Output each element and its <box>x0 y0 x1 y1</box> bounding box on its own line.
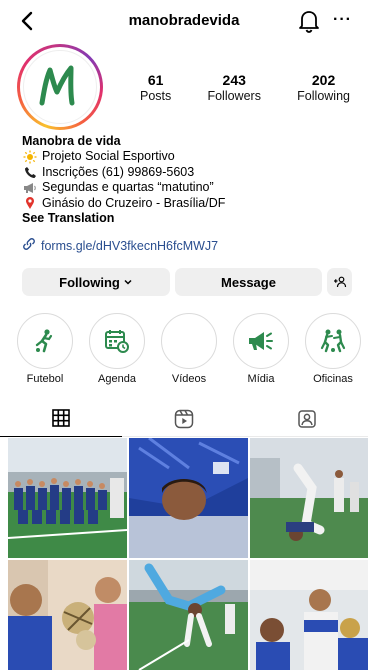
posts-stat[interactable]: 61 Posts <box>140 72 171 104</box>
reels-icon <box>174 409 194 429</box>
post-thumbnail[interactable] <box>250 560 368 670</box>
see-translation-link[interactable]: See Translation <box>22 211 352 226</box>
following-label: Following <box>297 89 350 103</box>
following-button-label: Following <box>59 274 120 290</box>
bio-line-location: Ginásio do Cruzeiro - Brasília/DF <box>42 195 226 210</box>
profile-tabs <box>0 405 368 437</box>
highlight-agenda[interactable]: Agenda <box>82 313 152 386</box>
two-players-icon <box>320 329 346 353</box>
bio-link-text: forms.gle/dHV3fkecnH6fcMWJ7 <box>41 238 219 253</box>
highlight-oficinas[interactable]: Oficinas <box>298 313 368 386</box>
post-image <box>8 560 127 670</box>
link-icon <box>22 237 36 254</box>
soccer-player-icon <box>35 329 53 353</box>
message-button[interactable]: Message <box>175 268 322 296</box>
tagged-person-icon <box>298 410 316 428</box>
tab-reels[interactable] <box>123 405 245 437</box>
profile-actions: Following Message <box>22 268 352 296</box>
location-pin-icon <box>22 196 38 210</box>
followers-count: 243 <box>222 72 246 88</box>
bio-line-project: Projeto Social Esportivo <box>42 149 175 164</box>
bio-line-phone: Inscrições (61) 99869-5603 <box>42 164 195 179</box>
highlight-futebol[interactable]: Futebol <box>10 313 80 386</box>
bio-line-schedule: Segundas e quartas “matutino” <box>42 180 214 195</box>
avatar <box>23 50 97 124</box>
sun-icon <box>22 150 38 164</box>
followers-stat[interactable]: 243 Followers <box>207 72 261 104</box>
tab-tagged[interactable] <box>246 405 368 437</box>
bell-icon <box>299 11 319 33</box>
bio-link[interactable]: forms.gle/dHV3fkecnH6fcMWJ7 <box>22 237 218 254</box>
manobra-logo-icon <box>39 65 75 106</box>
highlight-label: Agenda <box>98 373 136 385</box>
posts-grid <box>8 438 368 670</box>
post-image <box>129 560 248 670</box>
more-options-button[interactable]: ··· <box>333 12 352 28</box>
chevron-down-icon <box>124 279 132 285</box>
add-user-button[interactable] <box>327 268 352 296</box>
profile-name: Manobra de vida <box>22 134 121 148</box>
post-thumbnail[interactable] <box>129 438 248 558</box>
following-stat[interactable]: 202 Following <box>297 72 350 104</box>
highlight-label: Vídeos <box>171 373 207 385</box>
highlight-label: Oficinas <box>313 373 353 385</box>
post-thumbnail[interactable] <box>129 560 248 670</box>
profile-bio: Manobra de vida Projeto Social Esportivo… <box>22 134 352 226</box>
story-highlights: Futebol Agenda Vídeos Mídia Oficinas <box>10 313 368 391</box>
posts-count: 61 <box>147 72 164 88</box>
following-count: 202 <box>311 72 336 88</box>
post-image <box>250 560 368 670</box>
profile-avatar-ring[interactable] <box>17 44 103 130</box>
phone-icon <box>22 166 38 180</box>
profile-stats: 61 Posts 243 Followers 202 Following <box>140 72 350 104</box>
highlight-videos[interactable]: Vídeos <box>154 313 224 386</box>
top-bar: manobradevida ··· <box>0 0 368 44</box>
post-thumbnail[interactable] <box>250 438 368 558</box>
tab-posts-grid[interactable] <box>0 405 122 437</box>
followers-label: Followers <box>207 89 261 103</box>
grid-icon <box>52 409 70 427</box>
highlight-midia[interactable]: Mídia <box>226 313 296 386</box>
calendar-clock-icon <box>105 330 129 353</box>
notifications-button[interactable] <box>298 9 320 33</box>
following-button[interactable]: Following <box>22 268 170 296</box>
post-image <box>129 438 248 558</box>
megaphone-icon <box>249 332 273 350</box>
post-image <box>8 438 127 558</box>
megaphone-icon <box>22 181 38 195</box>
post-thumbnail[interactable] <box>8 560 127 670</box>
highlight-label: Futebol <box>26 373 64 385</box>
highlight-label: Mídia <box>247 373 275 385</box>
posts-label: Posts <box>140 89 172 103</box>
add-user-icon <box>333 276 346 288</box>
post-image <box>250 438 368 558</box>
post-thumbnail[interactable] <box>8 438 127 558</box>
